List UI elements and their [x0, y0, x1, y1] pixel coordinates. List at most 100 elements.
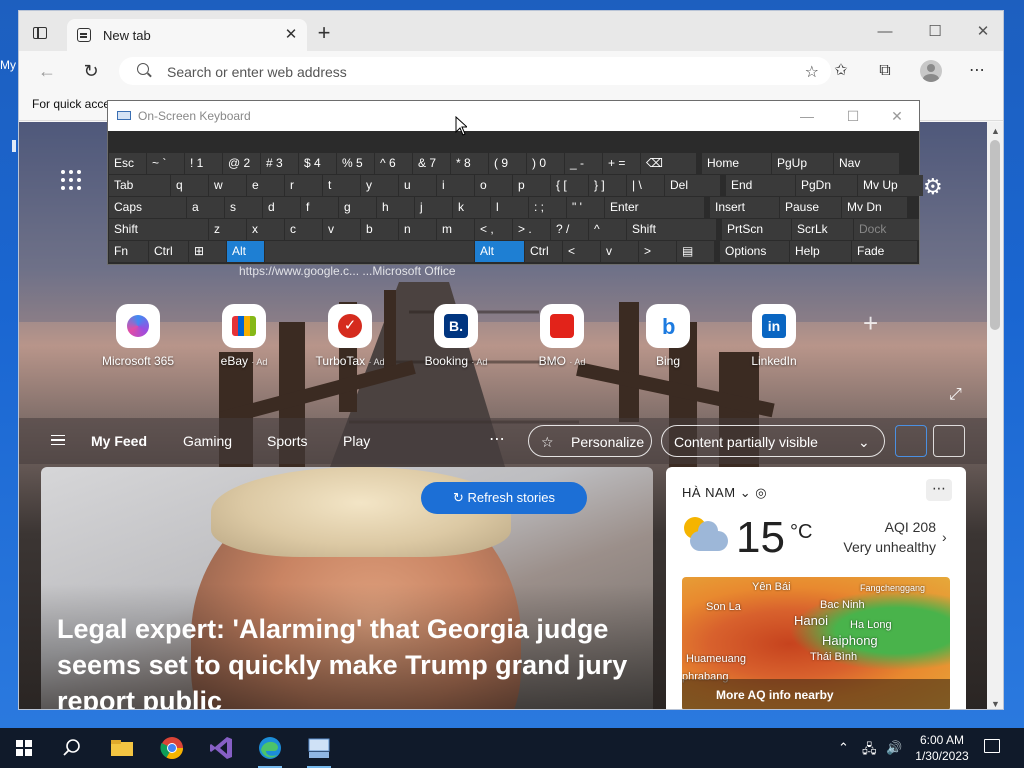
clock[interactable]: 6:00 AM 1/30/2023 — [912, 732, 972, 764]
osk-key[interactable]: Esc — [109, 153, 146, 174]
osk-key[interactable]: * 8 — [451, 153, 488, 174]
osk-key[interactable]: } ] — [589, 175, 626, 196]
osk-key[interactable]: Caps — [109, 197, 186, 218]
new-tab-button[interactable]: + — [312, 22, 336, 45]
osk-key[interactable]: l — [491, 197, 528, 218]
osk-key[interactable]: s — [225, 197, 262, 218]
osk-key[interactable]: r — [285, 175, 322, 196]
tab-close-icon[interactable]: ✕ — [281, 25, 301, 45]
profile-avatar[interactable] — [920, 60, 942, 82]
osk-key[interactable]: Mv Up — [858, 175, 923, 196]
hamburger-menu-icon[interactable] — [51, 435, 65, 445]
osk-key[interactable]: | \ — [627, 175, 664, 196]
tab-actions-menu-button[interactable] — [29, 23, 51, 43]
personalize-button[interactable]: ☆ Personalize — [528, 425, 652, 457]
weather-more-icon[interactable]: ⋯ — [926, 479, 952, 501]
tile-ebay[interactable]: eBay · Ad — [199, 304, 289, 374]
osk-key[interactable]: PgDn — [796, 175, 857, 196]
osk-key[interactable]: b — [361, 219, 398, 240]
aq-map[interactable]: Yên Bái Bac Ninh Fangchenggang Son La Ha… — [682, 577, 950, 709]
osk-key[interactable]: Shift — [627, 219, 716, 240]
osk-key[interactable]: z — [209, 219, 246, 240]
osk-key[interactable]: Del — [665, 175, 720, 196]
network-icon[interactable]: 🖧 — [862, 740, 877, 762]
feed-tab-sports[interactable]: Sports — [267, 433, 307, 449]
chrome-icon[interactable] — [158, 734, 186, 762]
osk-key[interactable]: ^ 6 — [375, 153, 412, 174]
aqi-value[interactable]: AQI 208 — [846, 519, 936, 535]
grid-view-icon[interactable] — [895, 425, 927, 457]
weather-location[interactable]: HÀ NAM ⌄ ◎ — [682, 485, 767, 501]
osk-key[interactable]: m — [437, 219, 474, 240]
osk-maximize-button[interactable]: ☐ — [838, 105, 868, 127]
osk-key[interactable]: g — [339, 197, 376, 218]
osk-key[interactable]: v — [323, 219, 360, 240]
osk-key[interactable]: a — [187, 197, 224, 218]
osk-key[interactable]: { [ — [551, 175, 588, 196]
osk-key[interactable]: PrtScn — [722, 219, 791, 240]
osk-key[interactable]: t — [323, 175, 360, 196]
osk-key[interactable]: i — [437, 175, 474, 196]
osk-key[interactable]: ( 9 — [489, 153, 526, 174]
search-icon[interactable] — [58, 734, 86, 762]
feed-tab-gaming[interactable]: Gaming — [183, 433, 232, 449]
osk-key[interactable]: % 5 — [337, 153, 374, 174]
on-screen-keyboard-taskbar-icon[interactable] — [305, 734, 333, 768]
osk-key[interactable]: u — [399, 175, 436, 196]
osk-key[interactable]: Ctrl — [525, 241, 562, 262]
back-icon[interactable]: ← — [35, 60, 59, 82]
address-bar[interactable]: Search or enter web address ☆ — [119, 57, 831, 85]
osk-key[interactable]: Fn — [109, 241, 148, 262]
notification-center-icon[interactable] — [984, 739, 1000, 753]
osk-key[interactable]: < , — [475, 219, 512, 240]
tile-booking[interactable]: B. Booking · Ad — [411, 304, 501, 374]
tile-bing[interactable]: b Bing — [623, 304, 713, 374]
osk-key[interactable]: f — [301, 197, 338, 218]
osk-key[interactable]: Home — [702, 153, 771, 174]
tile-bmo[interactable]: BMO · Ad — [517, 304, 607, 374]
scroll-down-icon[interactable]: ▼ — [991, 699, 1000, 709]
osk-key[interactable]: Tab — [109, 175, 170, 196]
osk-key[interactable]: Dock — [854, 219, 919, 240]
osk-key[interactable]: Options — [720, 241, 789, 262]
osk-key[interactable]: PgUp — [772, 153, 833, 174]
osk-minimize-button[interactable]: — — [792, 105, 822, 127]
feed-more-icon[interactable]: ⋯ — [489, 429, 505, 449]
osk-key[interactable]: Mv Dn — [842, 197, 907, 218]
osk-key[interactable]: End — [726, 175, 795, 196]
add-favorite-icon[interactable]: ☆ — [805, 62, 819, 82]
osk-key[interactable]: Ctrl — [149, 241, 188, 262]
osk-key[interactable]: v — [601, 241, 638, 262]
osk-key[interactable]: d — [263, 197, 300, 218]
osk-key[interactable]: > . — [513, 219, 550, 240]
collections-icon[interactable]: ⧉ — [873, 60, 897, 82]
osk-key[interactable]: ! 1 — [185, 153, 222, 174]
osk-key[interactable]: n — [399, 219, 436, 240]
content-visibility-dropdown[interactable]: Content partially visible ⌄ — [661, 425, 885, 457]
osk-key[interactable]: " ' — [567, 197, 604, 218]
osk-key[interactable]: o — [475, 175, 512, 196]
tile-turbotax[interactable]: ✓ TurboTax · Ad — [305, 304, 395, 374]
tile-microsoft-365[interactable]: Microsoft 365 — [93, 304, 183, 374]
osk-key[interactable]: ? / — [551, 219, 588, 240]
aq-map-footer[interactable]: More AQ info nearby — [682, 679, 950, 709]
osk-key[interactable]: _ - — [565, 153, 602, 174]
osk-key[interactable]: j — [415, 197, 452, 218]
osk-key[interactable]: ~ ` — [147, 153, 184, 174]
osk-key[interactable]: h — [377, 197, 414, 218]
osk-key[interactable]: Nav — [834, 153, 899, 174]
maximize-button[interactable]: ☐ — [915, 19, 955, 45]
list-view-icon[interactable] — [933, 425, 965, 457]
edge-icon[interactable] — [256, 734, 284, 768]
osk-key[interactable]: Fade — [852, 241, 917, 262]
tray-overflow-chevron-icon[interactable]: ⌃ — [838, 740, 849, 756]
osk-key[interactable]: ▤ — [677, 241, 714, 262]
osk-key[interactable]: ⌫ — [641, 153, 696, 174]
osk-key[interactable]: Alt — [475, 241, 524, 262]
apps-launcher-icon[interactable] — [61, 170, 81, 190]
expand-background-icon[interactable]: ⤢ — [949, 386, 962, 404]
refresh-stories-button[interactable]: ↻ Refresh stories — [421, 482, 587, 514]
osk-key[interactable]: y — [361, 175, 398, 196]
osk-key[interactable]: Insert — [710, 197, 779, 218]
osk-key[interactable]: < — [563, 241, 600, 262]
